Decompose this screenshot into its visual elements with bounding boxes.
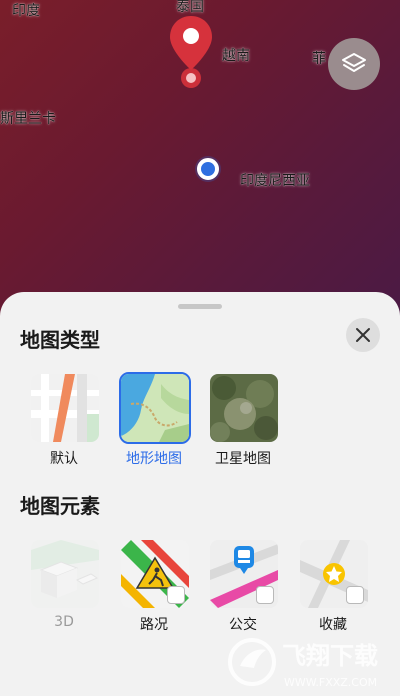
traffic-element-thumbnail: [119, 538, 191, 610]
watermark-text: 飞翔下载: [282, 642, 378, 670]
terrain-map-thumbnail: [119, 372, 191, 444]
traffic-checkbox[interactable]: [167, 586, 185, 604]
current-location-dot: [197, 158, 219, 180]
default-map-thumbnail: [29, 372, 101, 444]
map-type-terrain[interactable]: 地形地图: [119, 372, 191, 468]
site-watermark-logo: 飞翔下载 WWW.FXXZ.COM: [228, 638, 378, 689]
map-type-satellite[interactable]: 卫星地图: [208, 372, 278, 468]
map-type-terrain-label: 地形地图: [126, 451, 182, 467]
map-type-default-label: 默认: [50, 451, 78, 467]
map-element-traffic-label: 路况: [140, 617, 168, 633]
map-label-india: 印度: [12, 3, 40, 19]
map-label-indonesia: 印度尼西亚: [240, 173, 310, 189]
map-types-title: 地图类型: [20, 328, 100, 352]
transit-checkbox[interactable]: [256, 586, 274, 604]
layers-icon: [342, 53, 366, 72]
sheet-drag-handle[interactable]: [178, 304, 222, 309]
map-element-3d-label: 3D: [54, 614, 74, 630]
map-elements-title: 地图元素: [20, 494, 100, 518]
map-label-philippines: 菲: [312, 51, 326, 67]
transit-element-thumbnail: [208, 538, 280, 610]
map-pin-icon[interactable]: [168, 14, 214, 94]
map-view[interactable]: 印度 泰国 越南 菲 斯里兰卡 印度尼西亚: [0, 0, 400, 330]
map-type-default[interactable]: 默认: [29, 372, 99, 468]
favorites-checkbox[interactable]: [346, 586, 364, 604]
map-element-transit[interactable]: 公交: [208, 538, 278, 634]
layers-button[interactable]: [328, 38, 380, 90]
satellite-map-thumbnail: [208, 372, 280, 444]
map-element-traffic[interactable]: 路况: [119, 538, 189, 634]
map-label-vietnam: 越南: [222, 48, 250, 64]
3d-element-thumbnail: [29, 538, 101, 610]
watermark-url: WWW.FXXZ.COM: [284, 676, 377, 689]
close-icon: [356, 328, 370, 342]
map-type-satellite-label: 卫星地图: [215, 451, 271, 467]
map-element-favorites[interactable]: 收藏: [298, 538, 368, 634]
map-element-3d[interactable]: 3D: [29, 538, 99, 630]
favorites-element-thumbnail: [298, 538, 370, 610]
map-label-sri-lanka: 斯里兰卡: [0, 111, 56, 127]
close-button[interactable]: [346, 318, 380, 352]
